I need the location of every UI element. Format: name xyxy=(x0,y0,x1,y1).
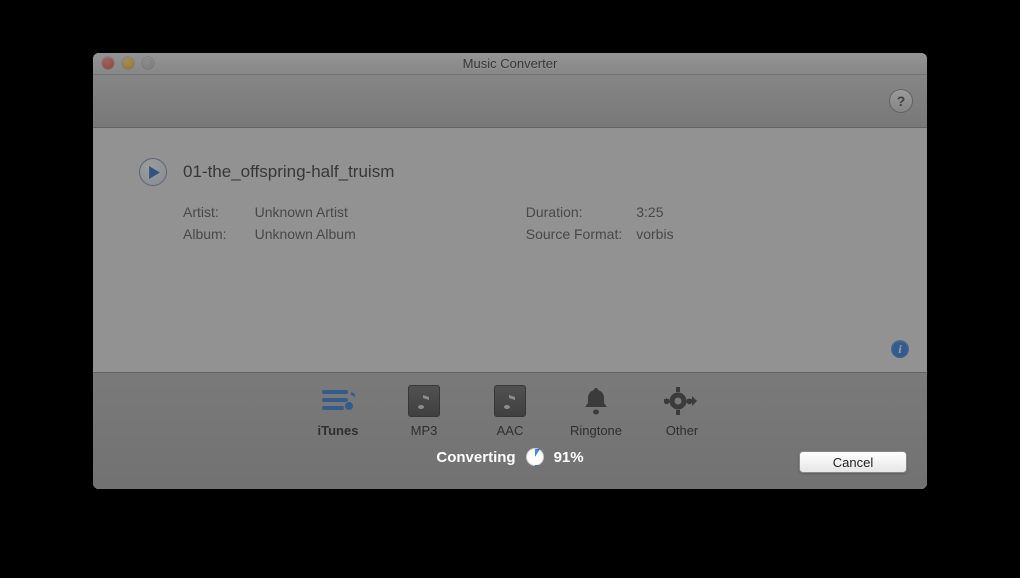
bell-icon xyxy=(578,383,614,419)
source-format-label: Source Format: xyxy=(526,226,622,242)
help-button[interactable]: ? xyxy=(889,89,913,113)
close-window-button[interactable] xyxy=(102,57,114,69)
play-icon xyxy=(149,166,160,179)
format-mp3[interactable]: MP3 xyxy=(396,383,452,438)
format-aac[interactable]: AAC xyxy=(482,383,538,438)
source-format-value: vorbis xyxy=(636,226,673,242)
minimize-window-button[interactable] xyxy=(122,57,134,69)
format-label: Other xyxy=(666,423,699,438)
window-title: Music Converter xyxy=(463,56,558,71)
format-label: iTunes xyxy=(318,423,359,438)
progress-percent: 91% xyxy=(554,449,584,466)
toolbar: ? xyxy=(93,75,927,128)
aac-icon xyxy=(492,383,528,419)
play-button[interactable] xyxy=(139,158,167,186)
track-filename: 01-the_offspring-half_truism xyxy=(183,162,394,182)
album-label: Album: xyxy=(183,226,227,242)
format-label: AAC xyxy=(497,423,524,438)
format-other[interactable]: Other xyxy=(654,383,710,438)
artist-value: Unknown Artist xyxy=(255,204,356,220)
format-itunes[interactable]: iTunes xyxy=(310,383,366,438)
content-panel: 01-the_offspring-half_truism Artist: Unk… xyxy=(93,128,927,372)
format-ringtone[interactable]: Ringtone xyxy=(568,383,624,438)
zoom-window-button[interactable] xyxy=(142,57,154,69)
progress-pie-icon xyxy=(526,448,544,466)
chevron-down-icon xyxy=(692,396,697,406)
mp3-icon xyxy=(406,383,442,419)
info-button[interactable]: i xyxy=(891,340,909,358)
itunes-icon xyxy=(320,383,356,419)
traffic-lights xyxy=(102,57,154,69)
format-label: MP3 xyxy=(411,423,438,438)
duration-label: Duration: xyxy=(526,204,622,220)
titlebar: Music Converter xyxy=(93,53,927,75)
format-label: Ringtone xyxy=(570,423,622,438)
footer-panel: iTunes MP3 AAC xyxy=(93,372,927,489)
format-selector: iTunes MP3 AAC xyxy=(93,373,927,438)
album-value: Unknown Album xyxy=(255,226,356,242)
status-label: Converting xyxy=(436,449,515,466)
gear-icon xyxy=(664,383,700,419)
duration-value: 3:25 xyxy=(636,204,673,220)
app-window: Music Converter ? 01-the_offspring-half_… xyxy=(93,53,927,489)
metadata: Artist: Unknown Artist Album: Unknown Al… xyxy=(183,204,881,242)
cancel-button[interactable]: Cancel xyxy=(799,451,907,473)
artist-label: Artist: xyxy=(183,204,227,220)
